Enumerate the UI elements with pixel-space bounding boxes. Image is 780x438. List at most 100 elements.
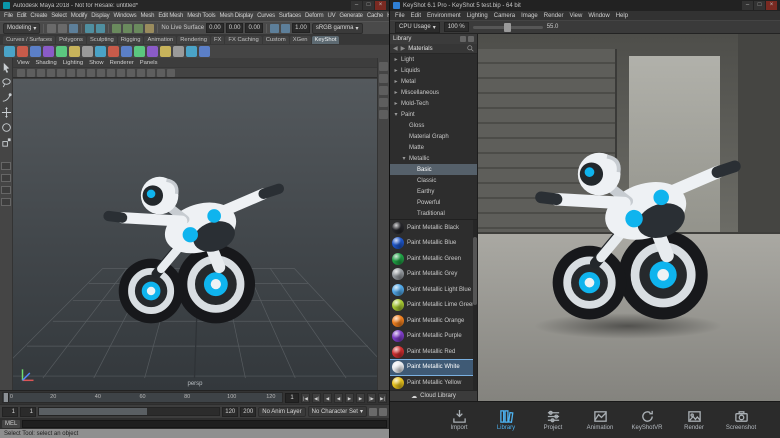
live-surface-label[interactable]: No Live Surface [161, 25, 204, 31]
dock-item-render[interactable]: Render [675, 409, 713, 431]
shelf-icon[interactable] [173, 46, 184, 57]
tree-item-powerful[interactable]: Powerful [390, 197, 477, 208]
command-input[interactable] [22, 419, 387, 428]
material-item[interactable]: Paint Metallic Purple [390, 329, 477, 345]
playback-start-field[interactable]: 1 [20, 406, 36, 417]
menu-select[interactable]: Select [51, 13, 67, 19]
minimize-button[interactable]: – [351, 1, 362, 10]
material-item[interactable]: Paint Metallic Light Blue [390, 282, 477, 298]
shelf-icon[interactable] [147, 46, 158, 57]
menu-surfaces[interactable]: Surfaces [279, 13, 301, 19]
safe-title-icon[interactable] [97, 68, 105, 77]
shelf-tab-custom[interactable]: Custom [262, 36, 289, 44]
shelf-icon[interactable] [186, 46, 197, 57]
shelf-tab-xgen[interactable]: XGen [289, 36, 311, 44]
film-gate-icon[interactable] [47, 68, 55, 77]
snap-plane-icon[interactable] [145, 23, 155, 33]
brightness-slider[interactable] [472, 22, 543, 32]
tool-settings-icon[interactable] [379, 74, 388, 83]
scale-tool-icon[interactable] [1, 137, 12, 148]
layout-hypershade-button[interactable] [1, 198, 11, 206]
shelf-icon[interactable] [43, 46, 54, 57]
channel-box-icon[interactable] [379, 86, 388, 95]
menu-edit[interactable]: Edit [17, 13, 27, 19]
material-item[interactable]: Paint Metallic Red [390, 344, 477, 360]
gamma-preset-dropdown[interactable]: sRGB gamma ▾ [311, 22, 363, 34]
open-scene-icon[interactable] [58, 23, 68, 33]
shaded-icon[interactable] [117, 68, 125, 77]
shelf-tab-fx[interactable]: FX [211, 36, 225, 44]
close-panel-icon[interactable] [468, 36, 474, 42]
shelf-icon[interactable] [17, 46, 28, 57]
minimize-button[interactable]: – [742, 1, 753, 10]
safe-action-icon[interactable] [87, 68, 95, 77]
menu-view[interactable]: View [569, 13, 582, 19]
menu-window[interactable]: Window [588, 13, 609, 19]
material-item[interactable]: Paint Metallic Grey [390, 267, 477, 283]
resolution-gate-icon[interactable] [57, 68, 65, 77]
menu-set-dropdown[interactable]: Modeling ▾ [3, 22, 41, 34]
auto-keyframe-icon[interactable] [369, 407, 377, 416]
ipr-render-icon[interactable] [281, 23, 291, 33]
menu-generate[interactable]: Generate [339, 13, 363, 19]
shelf-tab-sculpting[interactable]: Sculpting [86, 36, 117, 44]
panel-menu-show[interactable]: Show [89, 60, 104, 66]
tree-item-liquids[interactable]: ▸ Liquids [390, 65, 477, 76]
layout-persp-outliner-button[interactable] [1, 186, 11, 194]
dock-item-animation[interactable]: Animation [581, 409, 619, 431]
menu-lighting[interactable]: Lighting [467, 13, 488, 19]
coord-z-field[interactable]: 0.00 [245, 23, 264, 33]
menu-deform[interactable]: Deform [305, 13, 324, 19]
tree-item-gloss[interactable]: Gloss [390, 120, 477, 131]
lighting-icon[interactable] [137, 68, 145, 77]
tree-item-metallic[interactable]: ▾ Metallic [390, 153, 477, 164]
tree-arrow-icon[interactable]: ▾ [393, 111, 399, 118]
tree-arrow-icon[interactable]: ▾ [401, 155, 407, 162]
playback-end-field[interactable]: 120 [222, 406, 239, 417]
keyshot-title-bar[interactable]: KeyShot 6.1 Pro - KeyShot 5 test.bip - 6… [390, 0, 780, 11]
maximize-button[interactable]: □ [363, 1, 374, 10]
step-back-key-button[interactable]: ◀| [312, 392, 321, 403]
shelf-icon[interactable] [4, 46, 15, 57]
layout-four-pane-button[interactable] [1, 174, 11, 182]
menu-create[interactable]: Create [30, 13, 47, 19]
step-forward-key-button[interactable]: |▶ [367, 392, 376, 403]
new-scene-icon[interactable] [47, 23, 57, 33]
panel-menu-renderer[interactable]: Renderer [110, 60, 134, 66]
tree-item-metal[interactable]: ▸ Metal [390, 76, 477, 87]
current-frame-field[interactable]: 1 [285, 392, 299, 403]
dock-item-import[interactable]: Import [440, 409, 478, 431]
camera-select-icon[interactable] [17, 68, 25, 77]
camera-lock-icon[interactable] [27, 68, 35, 77]
keyshot-viewport[interactable] [478, 34, 780, 401]
shelf-tab-rigging[interactable]: Rigging [117, 36, 144, 44]
menu-help[interactable]: Help [616, 13, 628, 19]
forward-icon[interactable]: ▶ [401, 45, 406, 52]
menu-windows[interactable]: Windows [113, 13, 136, 19]
tree-item-mold-tech[interactable]: ▸ Mold-Tech [390, 98, 477, 109]
material-list-scrollbar[interactable] [473, 220, 477, 390]
tree-item-material-graph[interactable]: Material Graph [390, 131, 477, 142]
menu-modify[interactable]: Modify [71, 13, 88, 19]
go-to-start-button[interactable]: |◀ [301, 392, 310, 403]
shelf-icon[interactable] [160, 46, 171, 57]
material-item[interactable]: Paint Metallic Blue [390, 236, 477, 252]
shadows-icon[interactable] [147, 68, 155, 77]
paint-select-tool-icon[interactable] [1, 92, 12, 103]
field-chart-icon[interactable] [77, 68, 85, 77]
dock-item-screenshot[interactable]: Screenshot [722, 409, 760, 431]
step-back-frame-button[interactable]: ◀ [323, 392, 332, 403]
rotate-tool-icon[interactable] [1, 122, 12, 133]
gamma-value-field[interactable]: 1.00 [292, 23, 310, 33]
range-slider-track[interactable] [38, 407, 221, 416]
snap-point-icon[interactable] [134, 23, 144, 33]
modeling-toolkit-icon[interactable] [379, 98, 388, 107]
playhead[interactable] [4, 393, 9, 402]
range-slider-bar[interactable] [39, 408, 148, 415]
cpu-percent-field[interactable]: 100 % [443, 22, 469, 32]
shelf-icon[interactable] [30, 46, 41, 57]
anim-layer-dropdown[interactable]: No Anim Layer [258, 406, 306, 417]
menu-mesh-display[interactable]: Mesh Display [219, 13, 253, 19]
render-icon[interactable] [270, 23, 280, 33]
robot-render[interactable] [510, 112, 762, 335]
